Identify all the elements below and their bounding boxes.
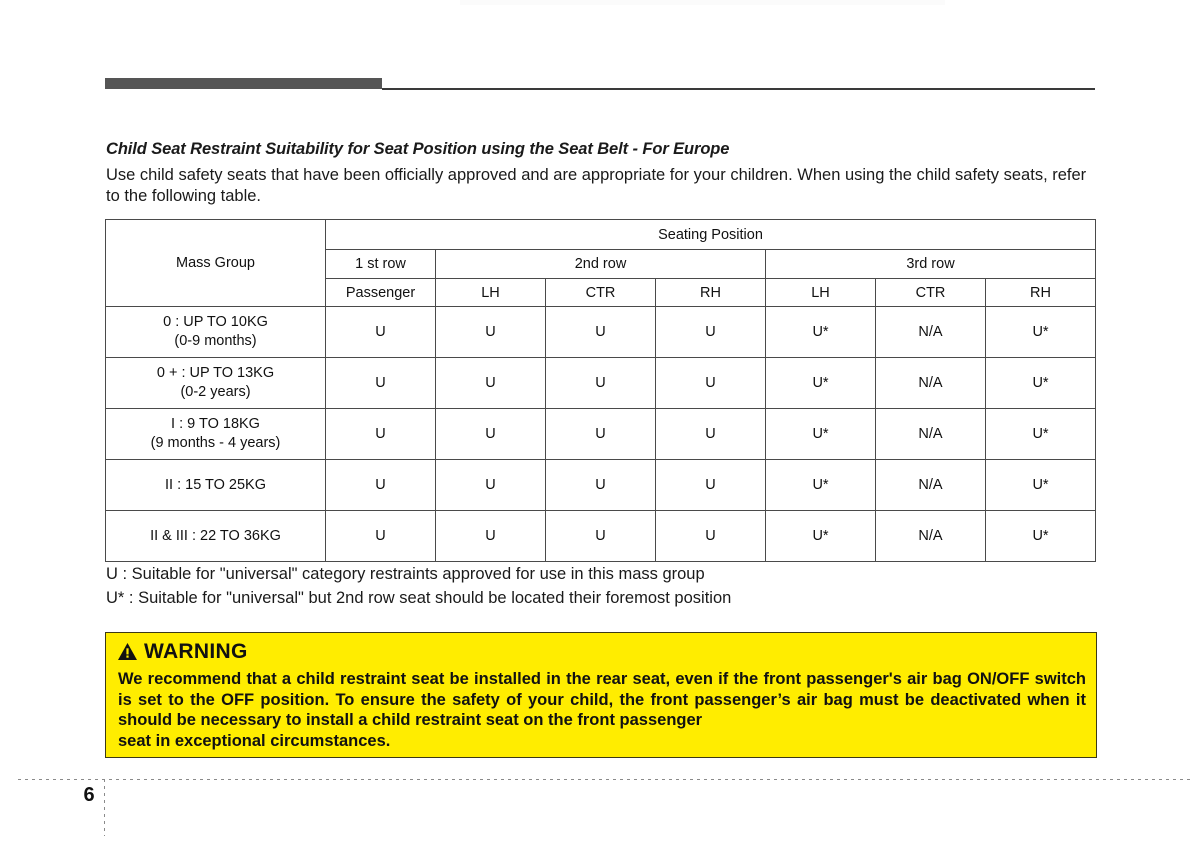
row-group-header-3rd-row: 3rd row — [765, 249, 1096, 279]
manual-page: Child Seat Restraint Suitability for Sea… — [0, 0, 1200, 861]
cell-3rd-ctr: N/A — [875, 510, 986, 562]
warning-header: WARNING — [118, 641, 248, 662]
page-number: 6 — [83, 784, 95, 806]
cell-2nd-ctr: U — [545, 459, 656, 511]
section-title: Child Seat Restraint Suitability for Sea… — [106, 140, 730, 158]
cell-2nd-ctr: U — [545, 510, 656, 562]
mass-group-cell: II : 15 TO 25KG — [105, 459, 326, 511]
cell-3rd-rh: U* — [985, 357, 1096, 409]
cell-passenger: U — [325, 510, 436, 562]
cell-3rd-ctr: N/A — [875, 357, 986, 409]
warning-box: WARNING We recommend that a child restra… — [105, 632, 1097, 758]
cell-2nd-lh: U — [435, 459, 546, 511]
warning-body-text: We recommend that a child restraint seat… — [118, 670, 1086, 729]
cell-3rd-rh: U* — [985, 510, 1096, 562]
mass-group-header: Mass Group — [105, 219, 326, 307]
warning-label: WARNING — [144, 640, 248, 663]
cell-2nd-rh: U — [655, 306, 766, 358]
table-row: 0 + : UP TO 13KG (0-2 years) U U U U U* … — [105, 357, 1096, 409]
cell-2nd-lh: U — [435, 408, 546, 460]
cell-3rd-rh: U* — [985, 306, 1096, 358]
cell-3rd-ctr: N/A — [875, 408, 986, 460]
mass-group-cell: 0 + : UP TO 13KG (0-2 years) — [105, 357, 326, 409]
mass-group-age: (0-9 months) — [174, 333, 257, 349]
cell-3rd-lh: U* — [765, 357, 876, 409]
cell-3rd-ctr: N/A — [875, 459, 986, 511]
cell-3rd-rh: U* — [985, 408, 1096, 460]
mass-group-primary: 0 : UP TO 10KG — [163, 314, 268, 330]
cell-2nd-ctr: U — [545, 357, 656, 409]
sub-header-2nd-lh: LH — [435, 278, 546, 307]
table-legend: U : Suitable for "universal" category re… — [106, 562, 731, 610]
cell-2nd-lh: U — [435, 306, 546, 358]
cell-passenger: U — [325, 306, 436, 358]
legend-line-u-star: U* : Suitable for "universal" but 2nd ro… — [106, 589, 732, 607]
warning-body-last-line: seat in exceptional circumstances. — [118, 731, 391, 750]
mass-group-primary: II & III : 22 TO 36KG — [150, 527, 281, 544]
warning-triangle-icon — [118, 643, 137, 660]
mass-group-cell: I : 9 TO 18KG (9 months - 4 years) — [105, 408, 326, 460]
cell-2nd-ctr: U — [545, 306, 656, 358]
row-group-header-1st-row: 1 st row — [325, 249, 436, 279]
header-rule — [105, 78, 1095, 90]
intro-paragraph: Use child safety seats that have been of… — [106, 166, 1087, 205]
table-row: I : 9 TO 18KG (9 months - 4 years) U U U… — [105, 408, 1096, 460]
cell-passenger: U — [325, 459, 436, 511]
cell-3rd-rh: U* — [985, 459, 1096, 511]
cell-3rd-lh: U* — [765, 510, 876, 562]
mass-group-cell: II & III : 22 TO 36KG — [105, 510, 326, 562]
sub-header-3rd-lh: LH — [765, 278, 876, 307]
table-header-row-1: Mass Group Seating Position — [105, 219, 1096, 307]
child-seat-suitability-table: Mass Group Seating Position 1 st row 2nd… — [105, 219, 1096, 562]
sub-header-3rd-ctr: CTR — [875, 278, 986, 307]
legend-line-u: U : Suitable for "universal" category re… — [106, 565, 705, 583]
seating-position-header: Seating Position — [325, 219, 1096, 250]
cell-2nd-ctr: U — [545, 408, 656, 460]
sub-header-3rd-rh: RH — [985, 278, 1096, 307]
warning-body: We recommend that a child restraint seat… — [118, 669, 1086, 751]
row-group-header-2nd-row: 2nd row — [435, 249, 766, 279]
header-rule-thin-segment — [382, 88, 1095, 90]
cell-2nd-rh: U — [655, 357, 766, 409]
cell-passenger: U — [325, 408, 436, 460]
mass-group-age: (9 months - 4 years) — [150, 435, 281, 451]
crop-mark-vertical — [104, 779, 105, 836]
cell-2nd-lh: U — [435, 357, 546, 409]
mass-group-primary: II : 15 TO 25KG — [164, 476, 267, 493]
mass-group-age: (0-2 years) — [180, 384, 251, 400]
sub-header-2nd-rh: RH — [655, 278, 766, 307]
sub-header-2nd-ctr: CTR — [545, 278, 656, 307]
cell-2nd-rh: U — [655, 510, 766, 562]
cell-3rd-lh: U* — [765, 306, 876, 358]
cell-3rd-lh: U* — [765, 459, 876, 511]
table-body: 0 : UP TO 10KG (0-9 months) U U U U U* N… — [105, 306, 1096, 562]
cell-3rd-lh: U* — [765, 408, 876, 460]
cell-2nd-rh: U — [655, 459, 766, 511]
mass-group-primary: 0 + : UP TO 13KG — [156, 365, 275, 381]
cell-2nd-rh: U — [655, 408, 766, 460]
table-row: 0 : UP TO 10KG (0-9 months) U U U U U* N… — [105, 306, 1096, 358]
header-rule-thick-segment — [105, 78, 382, 89]
table-row: II & III : 22 TO 36KG U U U U U* N/A U* — [105, 510, 1096, 562]
mass-group-primary: I : 9 TO 18KG — [171, 416, 260, 432]
cell-passenger: U — [325, 357, 436, 409]
crop-mark-horizontal — [18, 779, 1192, 780]
sub-header-passenger: Passenger — [325, 278, 436, 307]
cell-3rd-ctr: N/A — [875, 306, 986, 358]
mass-group-cell: 0 : UP TO 10KG (0-9 months) — [105, 306, 326, 358]
table-row: II : 15 TO 25KG U U U U U* N/A U* — [105, 459, 1096, 511]
cell-2nd-lh: U — [435, 510, 546, 562]
table-head: Mass Group Seating Position 1 st row 2nd… — [105, 219, 1096, 307]
